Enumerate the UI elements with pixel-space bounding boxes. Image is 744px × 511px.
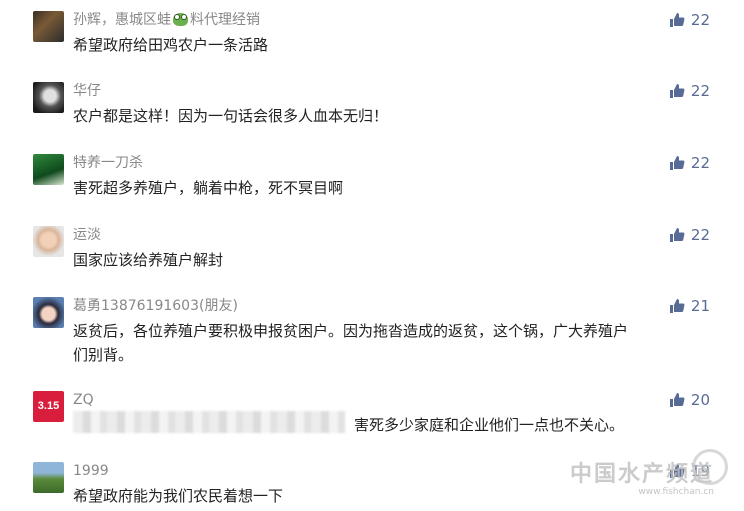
thumbs-up-icon [669,228,685,242]
comment-author[interactable]: 葛勇13876191603(朋友) [73,297,238,315]
comment-author[interactable]: 孙辉，惠城区蛙 料代理经销 [73,11,260,29]
like-count: 19 [690,462,710,480]
avatar[interactable] [33,11,64,42]
comment-text: 农户都是这样！因为一句话会很多人血本无归！ [73,107,389,125]
like-button[interactable]: 22 [669,154,710,172]
comment-author[interactable]: 特养一刀杀 [73,154,143,172]
author-name: 孙辉，惠城区蛙 [73,12,171,28]
comment-text: 希望政府给田鸡农户一条活路 [73,36,269,54]
like-button[interactable]: 22 [669,11,710,29]
like-button[interactable]: 20 [669,391,710,409]
like-count: 21 [690,297,710,315]
comment-author[interactable]: 1999 [73,462,109,480]
avatar[interactable] [33,154,64,185]
avatar[interactable]: 3.15 [33,391,64,422]
comment-text: 害死多少家庭和企业他们一点也不关心。 [354,416,625,434]
like-count: 20 [690,391,710,409]
like-count: 22 [690,226,710,244]
frog-emoji-icon [173,13,188,26]
thumbs-up-icon [669,299,685,313]
avatar[interactable] [33,82,64,113]
thumbs-up-icon [669,84,685,98]
comment-text: 国家应该给养殖户解封 [73,251,224,269]
comment-text: 希望政府能为我们农民着想一下 [73,487,284,505]
avatar-label: 3.15 [37,400,60,412]
comment-author[interactable]: 华仔 [73,82,101,100]
thumbs-up-icon [669,393,685,407]
like-button[interactable]: 22 [669,82,710,100]
like-count: 22 [690,11,710,29]
like-button[interactable]: 19 [669,462,710,480]
comment-text: 返贫后，各位养殖户要积极申报贫困户。因为拖沓造成的返贫，这个锅，广大养殖户们别背… [73,322,629,364]
author-name-suffix: 料代理经销 [190,12,260,28]
thumbs-up-icon [669,13,685,27]
thumbs-up-icon [669,156,685,170]
thumbs-up-icon [669,464,685,478]
redacted-text-blur [73,411,345,433]
avatar[interactable] [33,462,64,493]
like-button[interactable]: 21 [669,297,710,315]
comment-author[interactable]: 运淡 [73,226,101,244]
like-button[interactable]: 22 [669,226,710,244]
comment-author[interactable]: ZQ [73,391,94,409]
comment-text: 害死超多养殖户，躺着中枪，死不冥目啊 [73,179,344,197]
like-count: 22 [690,82,710,100]
avatar[interactable] [33,226,64,257]
like-count: 22 [690,154,710,172]
avatar[interactable] [33,297,64,328]
